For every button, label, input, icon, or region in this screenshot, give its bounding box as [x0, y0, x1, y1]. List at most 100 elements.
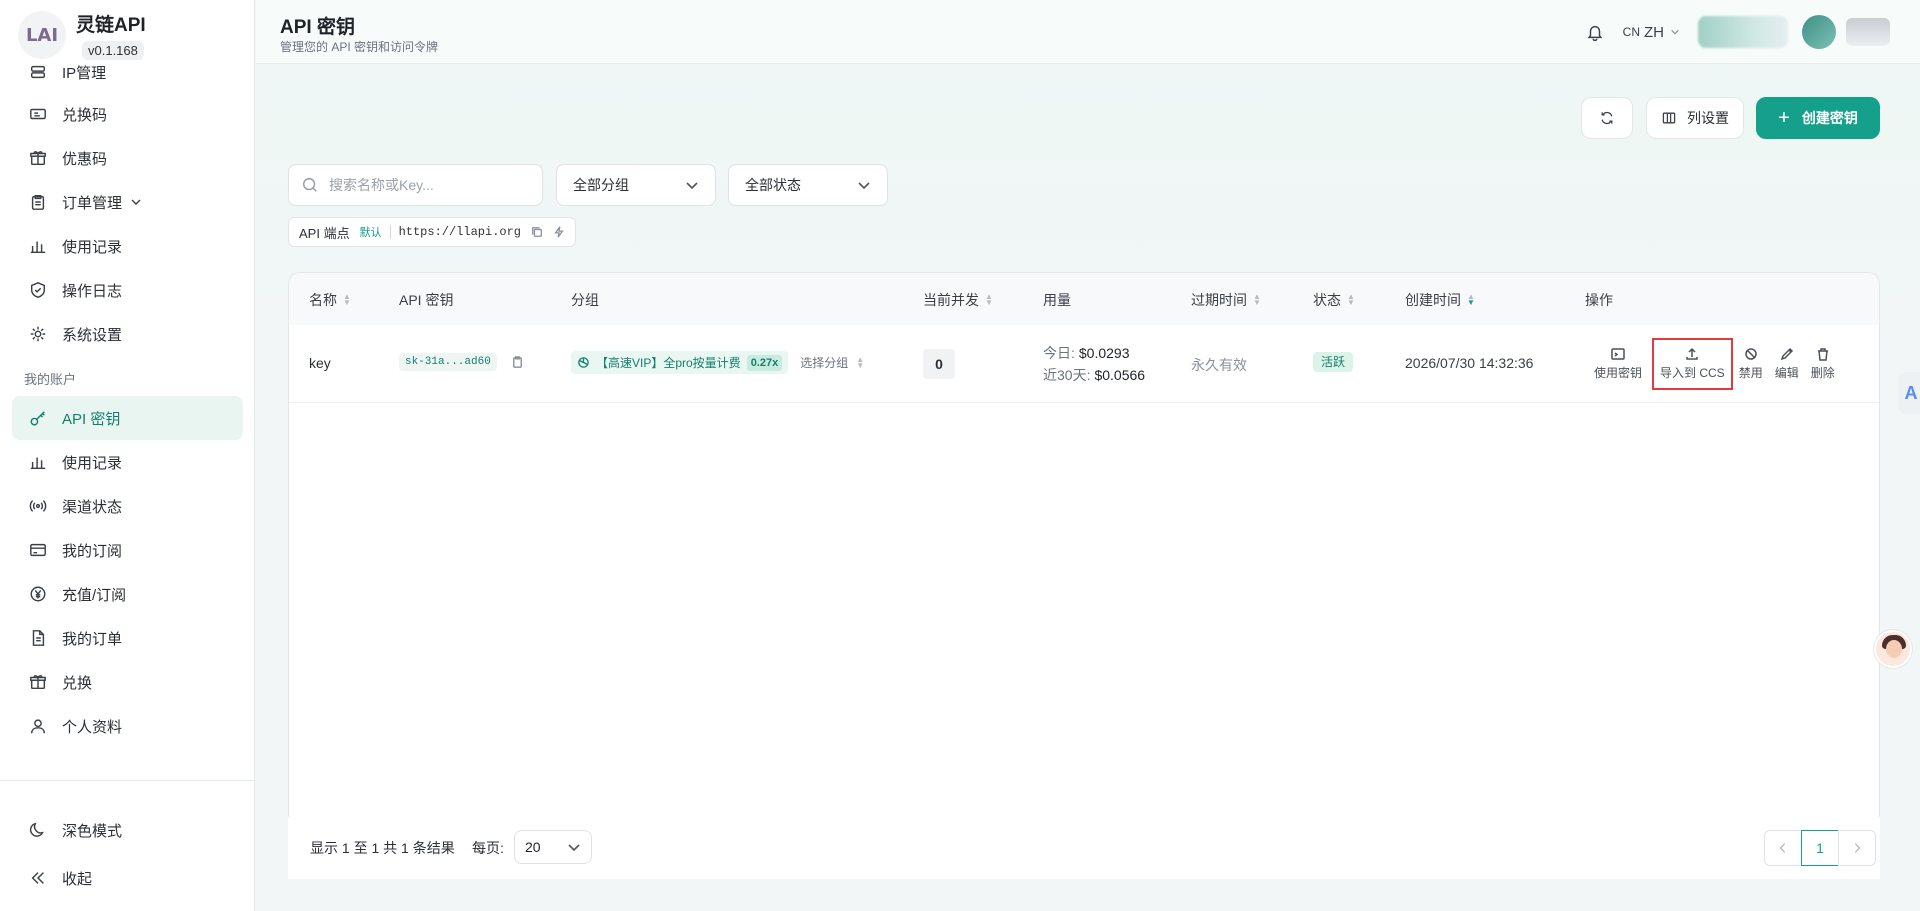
copy-icon[interactable] — [511, 355, 524, 369]
user-name[interactable] — [1846, 18, 1890, 46]
usage-cell: 今日: $0.0293 近30天: $0.0566 — [1043, 342, 1145, 386]
sidebar-item-channel-status[interactable]: 渠道状态 — [12, 484, 243, 528]
group-badge[interactable]: 【高速VIP】全pro按量计费 0.27x — [571, 351, 789, 374]
sidebar-divider — [0, 780, 255, 781]
search-input[interactable] — [329, 177, 529, 193]
pagination-bar: 显示 1 至 1 共 1 条结果 每页: 20 1 — [288, 817, 1880, 879]
terminal-icon — [1611, 348, 1625, 360]
key-name: key — [309, 355, 331, 371]
rate-multiplier: 0.27x — [746, 354, 783, 371]
edit-label: 编辑 — [1774, 366, 1799, 380]
column-settings-label: 列设置 — [1687, 110, 1729, 126]
column-header-actions: 操作 — [1585, 292, 1613, 308]
sidebar: LAI 灵链API v0.1.168 IP管理 兑换码 优惠码 订单管理 使用记… — [0, 0, 255, 911]
disable-label: 禁用 — [1738, 366, 1763, 380]
column-settings-button[interactable]: 列设置 — [1646, 97, 1744, 139]
usage-today-label: 今日: — [1043, 345, 1075, 361]
select-group-button[interactable]: 选择分组 ▲ ▼ — [800, 354, 864, 371]
sort-icon: ▲ ▼ — [1347, 292, 1355, 307]
sidebar-item-label: 操作日志 — [62, 282, 123, 300]
per-page-select[interactable]: 20 — [514, 830, 592, 864]
disable-button[interactable]: 禁用 — [1733, 338, 1769, 390]
page-button-current[interactable]: 1 — [1801, 830, 1839, 866]
openai-icon — [578, 357, 589, 368]
sidebar-item-label: 兑换 — [62, 674, 93, 692]
chevron-down-icon — [686, 182, 698, 190]
sidebar-item-profile[interactable]: 个人资料 — [12, 704, 243, 748]
language-switcher[interactable]: CN ZH — [1623, 24, 1680, 41]
sidebar-item-settings[interactable]: 系统设置 — [12, 312, 243, 356]
prev-page-button[interactable] — [1764, 830, 1802, 866]
sidebar-item-label: 个人资料 — [62, 718, 123, 736]
group-filter-value: 全部分组 — [573, 177, 629, 193]
group-filter-select[interactable]: 全部分组 — [556, 164, 716, 206]
delete-button[interactable]: 删除 — [1805, 338, 1841, 390]
status-badge: 活跃 — [1313, 352, 1354, 372]
brand-name: 灵链API — [76, 15, 146, 36]
sidebar-item-redeem[interactable]: 兑换 — [12, 660, 243, 704]
sidebar-item-label: 优惠码 — [62, 150, 108, 168]
gear-icon — [28, 324, 48, 344]
sidebar-item-label: 我的订单 — [62, 630, 123, 648]
sidebar-item-subscriptions[interactable]: 我的订阅 — [12, 528, 243, 572]
api-keys-table: 名称 ▲ ▼ API 密钥 分组 当前并发 ▲ ▼ 用量 过期时间 ▲ ▼ 状态 ▲ ▼ 创建时… — [288, 272, 1880, 857]
group-cell: 【高速VIP】全pro按量计费 0.27x 选择分组 ▲ ▼ — [571, 351, 864, 374]
balance-chip[interactable] — [1698, 16, 1788, 48]
column-header-concurrency[interactable]: 当前并发 ▲ ▼ — [923, 290, 993, 310]
create-key-button[interactable]: + 创建密钥 — [1756, 97, 1880, 139]
status-cell: 活跃 — [1313, 352, 1354, 372]
sidebar-item-recharge[interactable]: 充值/订阅 — [12, 572, 243, 616]
notifications-button[interactable] — [1577, 14, 1613, 50]
lightning-icon[interactable] — [553, 226, 565, 238]
sidebar-item-my-orders[interactable]: 我的订单 — [12, 616, 243, 660]
language-code: ZH — [1644, 23, 1664, 41]
dark-mode-toggle[interactable]: 深色模式 — [12, 808, 243, 852]
sidebar-item-label: 使用记录 — [62, 238, 123, 256]
api-endpoint: API 端点 默认 https://llapi.org — [288, 217, 576, 247]
status-filter-select[interactable]: 全部状态 — [728, 164, 888, 206]
endpoint-url: https://llapi.org — [398, 225, 521, 239]
collapse-label: 收起 — [62, 870, 93, 888]
avatar[interactable] — [1802, 15, 1836, 49]
select-group-label: 选择分组 — [800, 356, 849, 370]
use-key-button[interactable]: 使用密钥 — [1588, 338, 1648, 390]
language-flag: CN — [1622, 25, 1640, 39]
sidebar-item-ip[interactable]: IP管理 — [12, 52, 243, 92]
key-cell: sk-31a...ad60 — [399, 353, 524, 371]
sidebar-item-coupons[interactable]: 优惠码 — [12, 136, 243, 180]
column-header-expiry[interactable]: 过期时间 ▲ ▼ — [1191, 290, 1261, 310]
shield-icon — [28, 280, 48, 300]
sidebar-item-redeem-codes[interactable]: 兑换码 — [12, 92, 243, 136]
document-icon — [28, 628, 48, 648]
sidebar-item-audit-log[interactable]: 操作日志 — [12, 268, 243, 312]
double-chevron-left-icon — [28, 868, 48, 888]
sidebar-item-api-keys[interactable]: API 密钥 — [12, 396, 243, 440]
usage-30d-value: $0.0566 — [1094, 367, 1146, 383]
sidebar-item-orders[interactable]: 订单管理 — [12, 180, 243, 224]
chevron-left-icon — [1779, 843, 1786, 853]
usage-today-value: $0.0293 — [1078, 345, 1130, 361]
sort-icon: ▲ ▼ — [1253, 292, 1261, 307]
collapse-sidebar-button[interactable]: 收起 — [12, 856, 243, 900]
assistant-avatar-button[interactable] — [1874, 630, 1912, 668]
columns-icon — [1662, 112, 1676, 124]
next-page-button[interactable] — [1838, 830, 1876, 866]
sidebar-item-usage[interactable]: 使用记录 — [12, 440, 243, 484]
edit-button[interactable]: 编辑 — [1769, 338, 1805, 390]
column-header-status[interactable]: 状态 ▲ ▼ — [1313, 290, 1355, 310]
column-header-name[interactable]: 名称 ▲ ▼ — [309, 290, 351, 310]
page-title: API 密钥 — [280, 17, 355, 38]
copy-icon[interactable] — [531, 226, 543, 238]
chevron-down-icon — [1671, 29, 1679, 35]
import-ccs-button[interactable]: 导入到 CCS — [1652, 338, 1733, 390]
side-drawer-tab[interactable]: A — [1898, 372, 1920, 414]
sort-icon: ▲ ▼ — [985, 292, 993, 307]
column-header-created[interactable]: 创建时间 ▲ ▼ — [1405, 290, 1475, 310]
column-header-group: 分组 — [571, 292, 599, 308]
sidebar-item-label: 兑换码 — [62, 106, 108, 124]
sidebar-footer: 深色模式 收起 — [12, 808, 243, 900]
signal-icon — [28, 496, 48, 516]
refresh-button[interactable] — [1581, 97, 1633, 139]
card-icon — [28, 540, 48, 560]
sidebar-item-usage-admin[interactable]: 使用记录 — [12, 224, 243, 268]
